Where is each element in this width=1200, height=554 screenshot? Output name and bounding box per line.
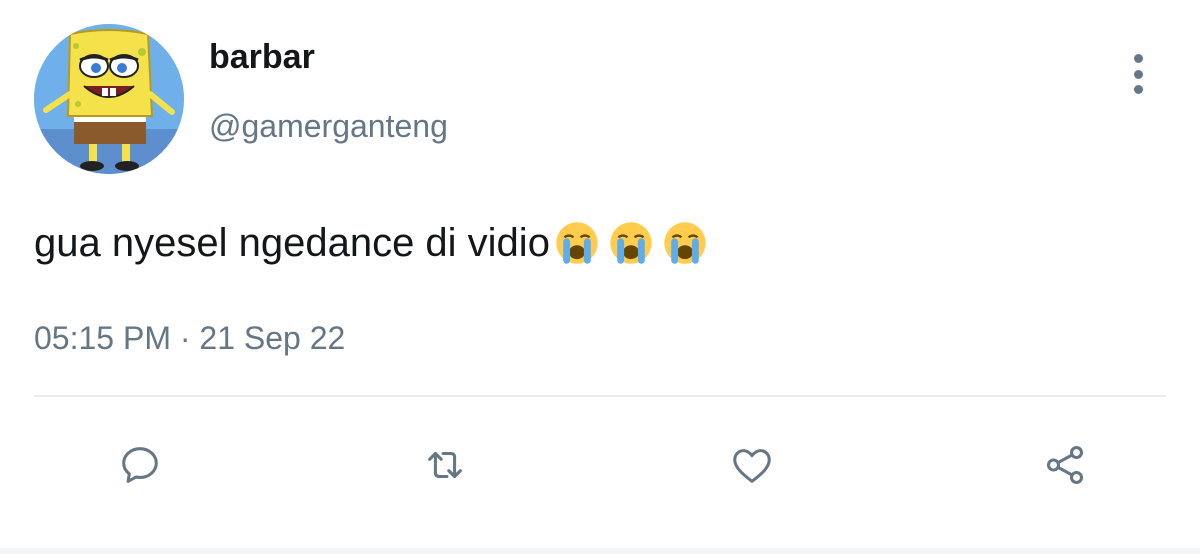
reply-button[interactable]	[105, 430, 175, 500]
loudly-crying-face-icon	[664, 222, 706, 264]
like-button[interactable]	[717, 430, 787, 500]
comment-icon	[122, 447, 158, 483]
tweet-text: gua nyesel ngedance di vidio	[34, 220, 708, 266]
divider	[34, 395, 1166, 397]
user-handle[interactable]: @gamerganteng	[209, 108, 448, 145]
avatar[interactable]	[34, 24, 184, 174]
retweet-button[interactable]	[410, 430, 480, 500]
tweet-timestamp: 05:15 PM · 21 Sep 22	[34, 320, 345, 357]
retweet-icon	[428, 451, 462, 479]
more-dot	[1133, 85, 1143, 94]
timestamp-separator: ·	[179, 320, 191, 356]
spongebob-avatar-image	[34, 24, 184, 174]
loudly-crying-face-icon	[610, 222, 652, 264]
loudly-crying-face-icon	[556, 222, 598, 264]
more-dot	[1133, 54, 1143, 63]
tweet-text-content: gua nyesel ngedance di vidio	[34, 220, 550, 265]
tweet-date: 21 Sep 22	[199, 320, 346, 356]
bottom-border	[0, 548, 1200, 554]
action-bar	[0, 430, 1200, 500]
more-options-icon[interactable]	[1124, 54, 1152, 94]
heart-icon	[733, 449, 771, 483]
share-button[interactable]	[1030, 430, 1100, 500]
tweet-time: 05:15 PM	[34, 320, 171, 356]
share-icon	[1046, 446, 1084, 484]
display-name[interactable]: barbar	[209, 38, 315, 77]
more-dot	[1133, 69, 1143, 79]
emoji-group	[554, 220, 708, 266]
